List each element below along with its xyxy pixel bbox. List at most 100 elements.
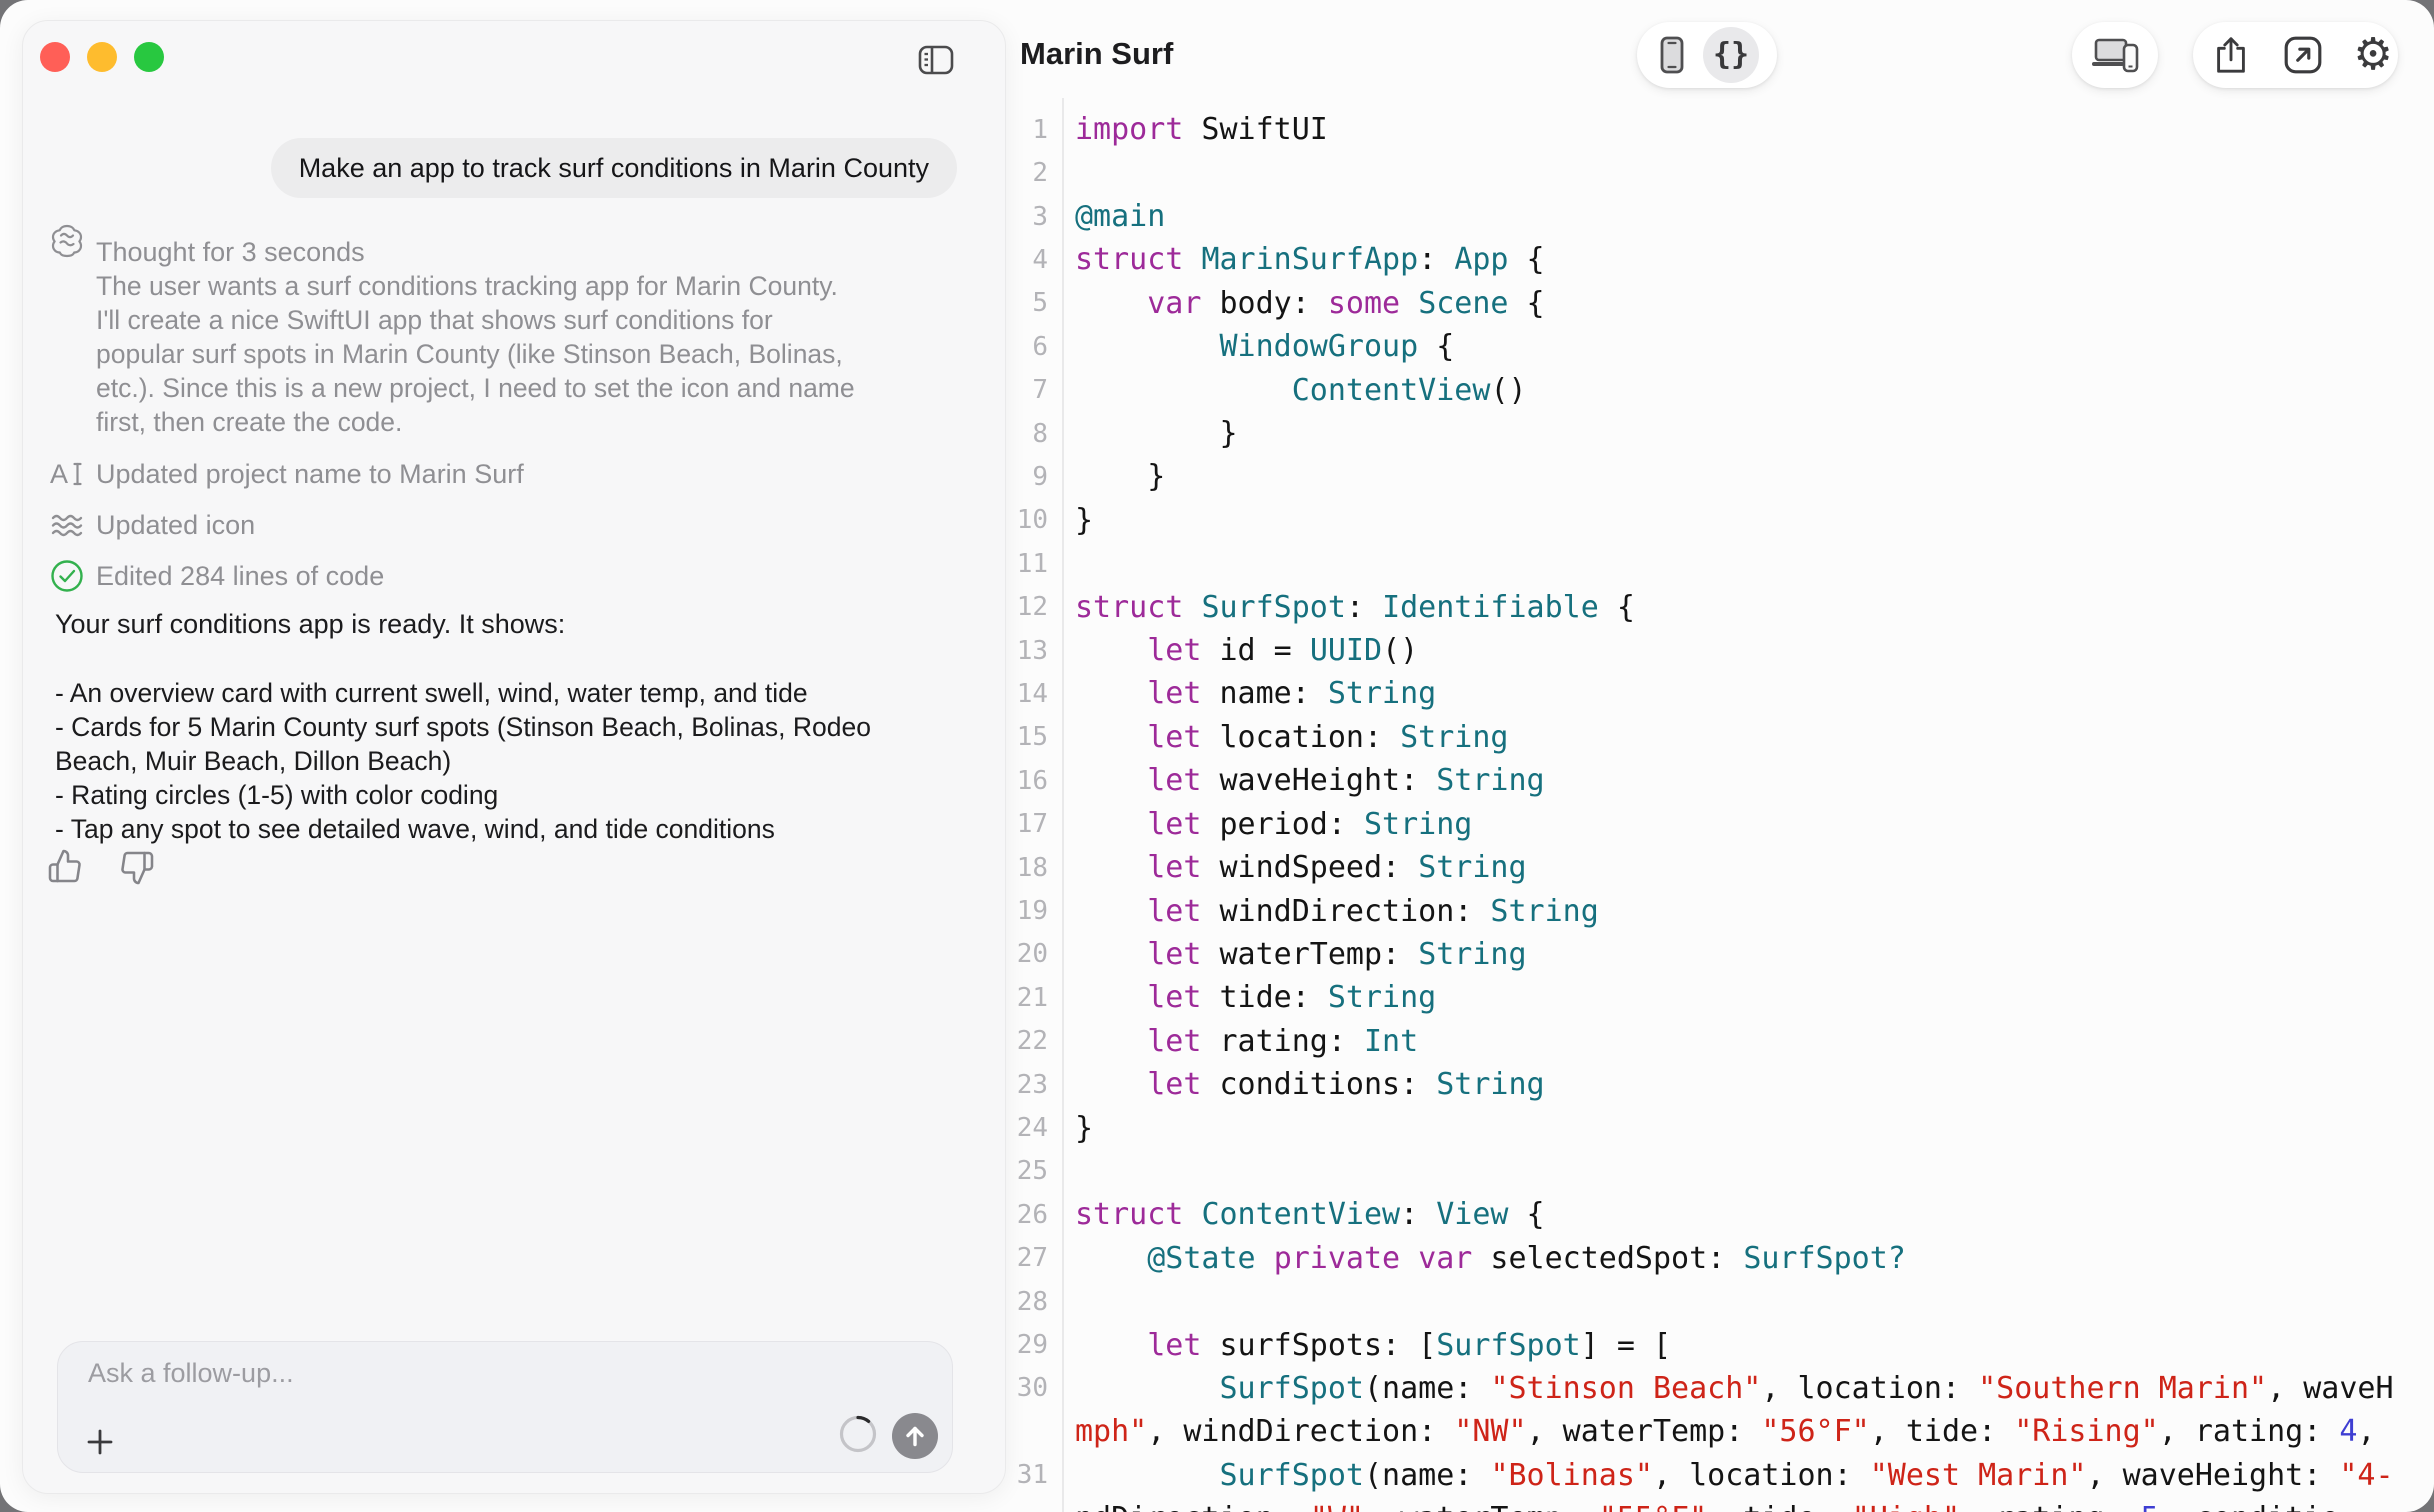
code-text: ContentView() xyxy=(1048,373,1527,408)
code-line-13: 13 let id = UUID() xyxy=(984,629,2434,672)
line-number: 6 xyxy=(984,332,1048,362)
waves-icon xyxy=(49,507,85,543)
code-line-16: 16 let waveHeight: String xyxy=(984,759,2434,802)
usage-ring-icon xyxy=(838,1414,878,1454)
line-number: 25 xyxy=(984,1156,1048,1186)
line-number: 17 xyxy=(984,809,1048,839)
code-text: SurfSpot(name: "Stinson Beach", location… xyxy=(1048,1371,2394,1406)
code-text: let name: String xyxy=(1048,676,1436,711)
traffic-light-zoom-button[interactable] xyxy=(134,42,164,72)
thought-summary[interactable]: Thought for 3 seconds xyxy=(96,235,365,269)
code-braces-icon[interactable]: {} xyxy=(1703,27,1759,83)
code-text: let location: String xyxy=(1048,720,1509,755)
code-text: ndDirection: "W", waterTemp: "55°F", tid… xyxy=(1048,1501,2339,1512)
traffic-light-close-button[interactable] xyxy=(40,42,70,72)
plus-icon[interactable] xyxy=(82,1424,118,1460)
line-number: 12 xyxy=(984,592,1048,622)
code-line-1: 1import SwiftUI xyxy=(984,108,2434,151)
devices-icon[interactable] xyxy=(2091,36,2139,74)
code-text: let windSpeed: String xyxy=(1048,850,1527,885)
follow-up-input[interactable]: Ask a follow-up... xyxy=(57,1341,953,1473)
line-number: 21 xyxy=(984,983,1048,1013)
traffic-light-minimize-button[interactable] xyxy=(87,42,117,72)
phone-preview-icon[interactable] xyxy=(1659,35,1685,75)
code-line-5: 5 var body: some Scene { xyxy=(984,282,2434,325)
code-line-wrap: ndDirection: "W", waterTemp: "55°F", tid… xyxy=(984,1497,2434,1512)
code-line-23: 23 let conditions: String xyxy=(984,1063,2434,1106)
line-number: 3 xyxy=(984,202,1048,232)
line-number: 20 xyxy=(984,939,1048,969)
code-line-31: 31 SurfSpot(name: "Bolinas", location: "… xyxy=(984,1454,2434,1497)
code-line-21: 21 let tide: String xyxy=(984,976,2434,1019)
line-number: 23 xyxy=(984,1070,1048,1100)
line-number: 29 xyxy=(984,1330,1048,1360)
line-number: 30 xyxy=(984,1373,1048,1403)
thumbs-up-icon[interactable] xyxy=(47,848,83,884)
code-text: let conditions: String xyxy=(1048,1067,1545,1102)
input-placeholder: Ask a follow-up... xyxy=(88,1358,294,1389)
code-line-9: 9 } xyxy=(984,455,2434,498)
code-text: struct ContentView: View { xyxy=(1048,1197,1545,1232)
code-line-11: 11 xyxy=(984,542,2434,585)
line-number: 1 xyxy=(984,115,1048,145)
sidebar-toggle-icon[interactable] xyxy=(917,43,955,77)
settings-gear-icon[interactable]: ⚙ xyxy=(2352,34,2394,76)
thumbs-down-icon[interactable] xyxy=(119,850,155,886)
code-line-3: 3@main xyxy=(984,195,2434,238)
line-number: 31 xyxy=(984,1460,1048,1490)
app-window: Make an app to track surf conditions in … xyxy=(0,0,2434,1512)
line-number: 10 xyxy=(984,505,1048,535)
share-icon[interactable] xyxy=(2210,34,2252,76)
code-text: } xyxy=(1048,1111,1093,1146)
line-number: 5 xyxy=(984,288,1048,318)
code-line-4: 4struct MarinSurfApp: App { xyxy=(984,238,2434,281)
code-text: struct MarinSurfApp: App { xyxy=(1048,242,1545,277)
code-line-26: 26struct ContentView: View { xyxy=(984,1193,2434,1236)
code-text: let id = UUID() xyxy=(1048,633,1418,668)
rename-cursor-icon: A xyxy=(49,456,85,492)
line-number: 13 xyxy=(984,636,1048,666)
code-text: WindowGroup { xyxy=(1048,329,1454,364)
chat-panel: Make an app to track surf conditions in … xyxy=(22,20,1006,1494)
line-number: 8 xyxy=(984,419,1048,449)
preview-code-segmented-control: {} xyxy=(1637,22,1777,88)
code-line-29: 29 let surfSpots: [SurfSpot] = [ xyxy=(984,1323,2434,1366)
code-line-6: 6 WindowGroup { xyxy=(984,325,2434,368)
line-number: 11 xyxy=(984,549,1048,579)
code-text: struct SurfSpot: Identifiable { xyxy=(1048,590,1635,625)
code-text: } xyxy=(1048,459,1165,494)
code-text: let surfSpots: [SurfSpot] = [ xyxy=(1048,1328,1671,1363)
code-text: var body: some Scene { xyxy=(1048,286,1545,321)
line-number: 16 xyxy=(984,766,1048,796)
response-intro: Your surf conditions app is ready. It sh… xyxy=(55,609,565,640)
code-line-19: 19 let windDirection: String xyxy=(984,889,2434,932)
line-number: 9 xyxy=(984,462,1048,492)
devices-pill xyxy=(2072,22,2158,88)
code-line-15: 15 let location: String xyxy=(984,716,2434,759)
code-text: let waveHeight: String xyxy=(1048,763,1545,798)
code-line-20: 20 let waterTemp: String xyxy=(984,933,2434,976)
code-text: } xyxy=(1048,503,1093,538)
code-line-14: 14 let name: String xyxy=(984,672,2434,715)
code-editor[interactable]: 1import SwiftUI23@main4struct MarinSurfA… xyxy=(984,108,2434,1512)
code-line-12: 12struct SurfSpot: Identifiable { xyxy=(984,585,2434,628)
code-line-28: 28 xyxy=(984,1280,2434,1323)
code-text: @State private var selectedSpot: SurfSpo… xyxy=(1048,1241,1906,1276)
open-external-icon[interactable] xyxy=(2282,34,2324,76)
code-text: @main xyxy=(1048,199,1165,234)
line-number: 18 xyxy=(984,853,1048,883)
line-number: 7 xyxy=(984,375,1048,405)
code-text: SurfSpot(name: "Bolinas", location: "Wes… xyxy=(1048,1458,2394,1493)
line-number: 19 xyxy=(984,896,1048,926)
code-text: import SwiftUI xyxy=(1048,112,1328,147)
code-line-8: 8 } xyxy=(984,412,2434,455)
code-line-17: 17 let period: String xyxy=(984,803,2434,846)
response-bullets: - An overview card with current swell, w… xyxy=(55,676,871,846)
code-line-7: 7 ContentView() xyxy=(984,368,2434,411)
send-arrow-icon[interactable] xyxy=(892,1413,938,1459)
code-line-10: 10} xyxy=(984,499,2434,542)
line-number: 4 xyxy=(984,245,1048,275)
actions-pill: ⚙ xyxy=(2193,22,2398,88)
code-line-30: 30 SurfSpot(name: "Stinson Beach", locat… xyxy=(984,1367,2434,1410)
thought-text: The user wants a surf conditions trackin… xyxy=(96,269,855,439)
